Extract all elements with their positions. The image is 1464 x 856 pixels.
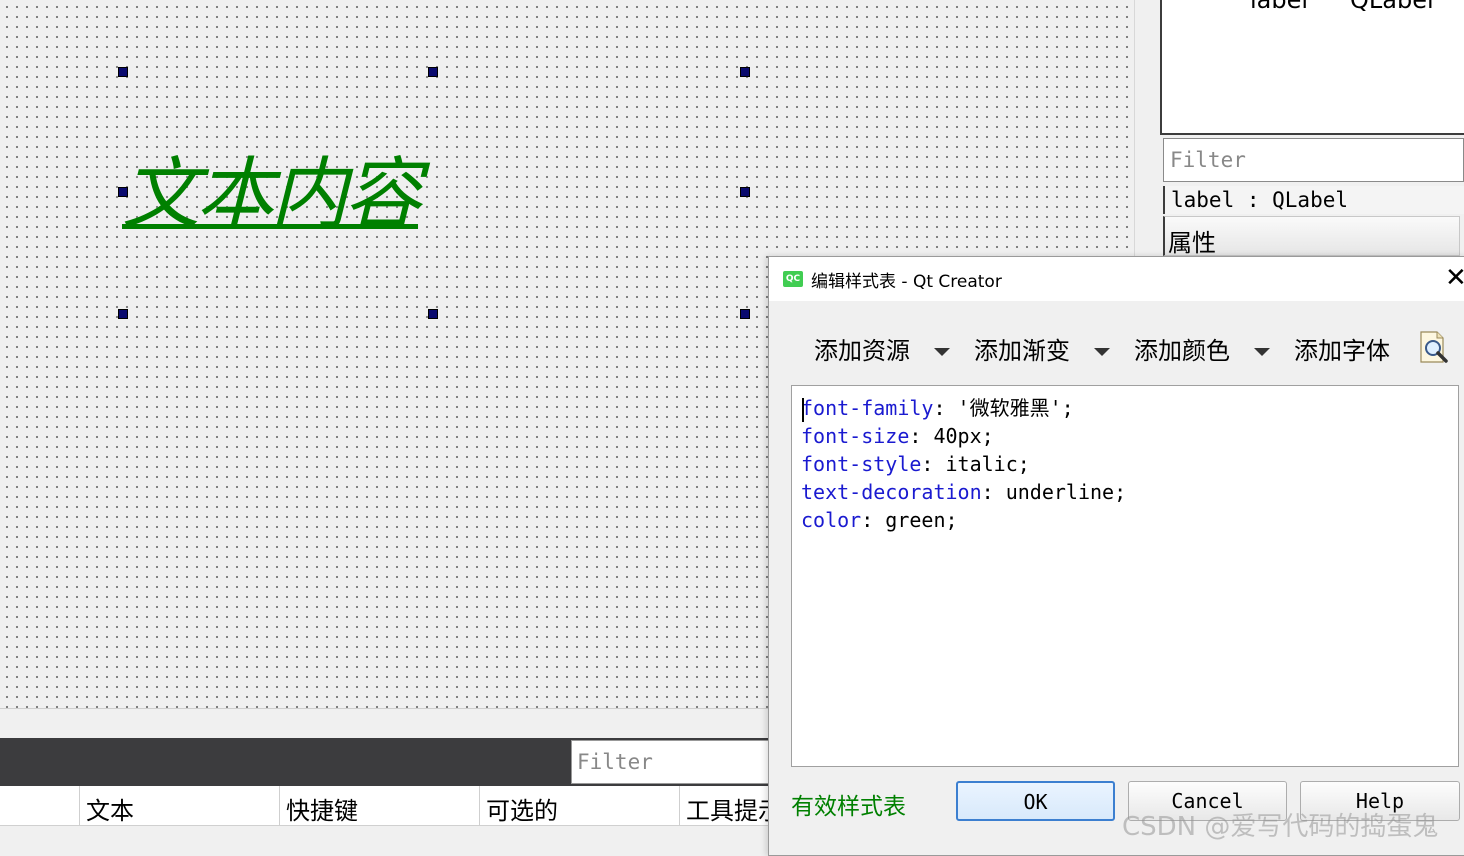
stylesheet-line: font-size: 40px; — [801, 422, 1449, 450]
property-filter-input[interactable]: Filter — [1163, 138, 1464, 182]
dropdown-arrow-icon[interactable] — [1254, 348, 1270, 356]
css-value: : underline; — [981, 480, 1127, 504]
css-property: text-decoration — [801, 480, 982, 504]
stylesheet-line: font-style: italic; — [801, 450, 1449, 478]
css-property: font-style — [801, 452, 922, 476]
column-header-text[interactable]: 文本 — [79, 786, 279, 826]
action-filter-input[interactable]: Filter — [571, 740, 781, 784]
dropdown-arrow-icon[interactable] — [934, 348, 950, 356]
watermark: CSDN @爱写代码的捣蛋鬼 — [1122, 812, 1439, 842]
object-inspector-row[interactable]: label QLabel — [1162, 0, 1464, 14]
property-object-label: label : QLabel — [1163, 186, 1464, 214]
css-value: : italic; — [921, 452, 1030, 476]
text-caret — [802, 398, 804, 422]
add-resource-menu[interactable]: 添加资源 — [814, 331, 950, 365]
stylesheet-line: color: green; — [801, 506, 1449, 534]
add-font-button[interactable]: 添加字体 — [1294, 331, 1390, 365]
object-class: QLabel — [1350, 0, 1434, 14]
resize-handle-icon[interactable] — [740, 187, 750, 197]
ok-button[interactable]: OK — [956, 781, 1115, 821]
add-color-menu[interactable]: 添加颜色 — [1134, 331, 1270, 365]
edit-stylesheet-dialog: QC 编辑样式表 - Qt Creator ✕ 添加资源 添加渐变 添加颜色 添… — [768, 256, 1464, 856]
column-header-shortcut[interactable]: 快捷键 — [279, 786, 479, 826]
label-widget-preview[interactable]: 文本内容 — [122, 150, 422, 240]
add-gradient-label: 添加渐变 — [974, 337, 1070, 365]
object-name: label — [1250, 0, 1309, 14]
css-value: : green; — [861, 508, 958, 532]
add-color-label: 添加颜色 — [1134, 337, 1230, 365]
property-column-header[interactable]: 属性 — [1163, 216, 1460, 257]
css-property: color — [801, 508, 862, 532]
action-table-header: 文本 快捷键 可选的 工具提示 — [0, 786, 780, 826]
stylesheet-line: text-decoration: underline; — [801, 478, 1449, 506]
resize-handle-icon[interactable] — [740, 67, 750, 77]
resize-handle-icon[interactable] — [118, 309, 128, 319]
stylesheet-line: font-family: '微软雅黑'; — [801, 394, 1449, 422]
resize-handle-icon[interactable] — [428, 309, 438, 319]
object-inspector: label QLabel — [1160, 0, 1464, 135]
add-font-label: 添加字体 — [1294, 337, 1390, 365]
css-property: font-family — [801, 396, 934, 420]
dropdown-arrow-icon[interactable] — [1094, 348, 1110, 356]
resize-handle-icon[interactable] — [118, 67, 128, 77]
check-stylesheet-icon[interactable] — [1415, 329, 1451, 365]
css-value: : 40px; — [909, 424, 994, 448]
column-header-checkable[interactable]: 可选的 — [479, 786, 679, 826]
resize-handle-icon[interactable] — [740, 309, 750, 319]
stylesheet-editor[interactable]: font-family: '微软雅黑'; font-size: 40px; fo… — [791, 385, 1459, 767]
add-gradient-menu[interactable]: 添加渐变 — [974, 331, 1110, 365]
qt-creator-app-icon: QC — [783, 271, 803, 287]
close-icon[interactable]: ✕ — [1445, 263, 1464, 293]
action-table-body — [0, 826, 780, 851]
column-header-blank[interactable] — [0, 786, 79, 826]
css-property: font-size — [801, 424, 910, 448]
add-resource-label: 添加资源 — [814, 337, 910, 365]
column-header-tooltip[interactable]: 工具提示 — [679, 786, 780, 826]
resize-handle-icon[interactable] — [428, 67, 438, 77]
dialog-title: 编辑样式表 - Qt Creator — [811, 272, 1002, 292]
css-value: : '微软雅黑'; — [933, 396, 1074, 420]
stylesheet-valid-status: 有效样式表 — [791, 794, 906, 820]
dialog-titlebar[interactable]: QC 编辑样式表 - Qt Creator ✕ — [769, 257, 1464, 301]
